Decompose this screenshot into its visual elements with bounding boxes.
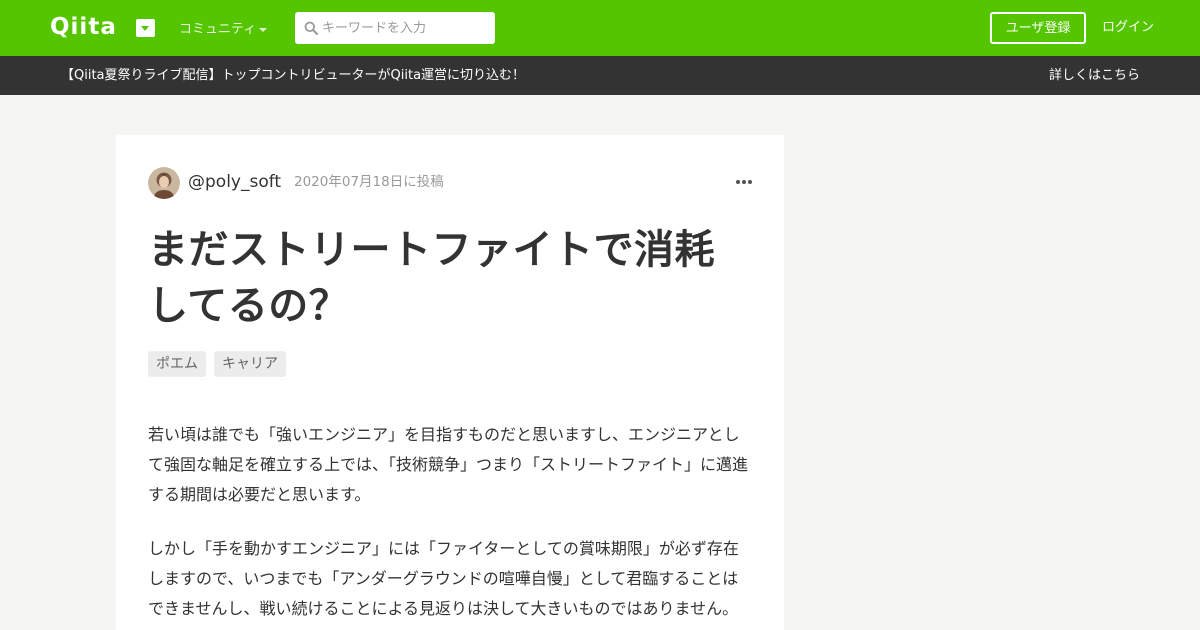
article-paragraph: 若い頃は誰でも「強いエンジニア」を目指すものだと思いますし、エンジニアとして強固…	[148, 425, 749, 504]
search-input[interactable]	[322, 14, 490, 42]
article-title: まだストリートファイトで消耗 してるの？	[148, 222, 748, 334]
article-title-line: してるの？	[148, 283, 350, 329]
post-date: 2020年07月18日に投稿	[294, 174, 444, 190]
avatar[interactable]	[148, 167, 180, 199]
article-title-line: まだストリートファイトで消耗	[148, 227, 715, 273]
announcement-text[interactable]: 【Qiita夏祭りライブ配信】トップコントリビューターがQiita運営に切り込む…	[61, 67, 525, 84]
article-body: 若い頃は誰でも「強いエンジニア」を目指すものだと思いますし、エンジニアとして強固…	[148, 420, 748, 630]
search-icon	[304, 21, 318, 35]
qiita-logo[interactable]: Qiita	[50, 12, 126, 42]
announcement-bar: 【Qiita夏祭りライブ配信】トップコントリビューターがQiita運営に切り込む…	[0, 56, 1200, 95]
more-horizontal-icon[interactable]	[735, 177, 753, 187]
author-name[interactable]: @poly_soft	[188, 171, 281, 193]
signup-button[interactable]: ユーザ登録	[990, 12, 1086, 44]
caret-down-icon[interactable]	[136, 19, 155, 37]
top-navigation: Qiita コミュニティ ユーザ登録 ログイン	[0, 0, 1200, 56]
community-menu[interactable]: コミュニティ	[179, 19, 256, 41]
tag-list: ポエム キャリア	[148, 351, 286, 377]
announcement-details-link[interactable]: 詳しくはこちら	[1049, 67, 1140, 84]
article-paragraph: しかし「手を動かすエンジニア」には「ファイターとしての賞味期限」が必ず存在します…	[148, 539, 739, 618]
login-link[interactable]: ログイン	[1100, 18, 1156, 38]
tag-career[interactable]: キャリア	[214, 351, 286, 377]
chevron-down-icon	[259, 28, 267, 32]
tag-poem[interactable]: ポエム	[148, 351, 206, 377]
